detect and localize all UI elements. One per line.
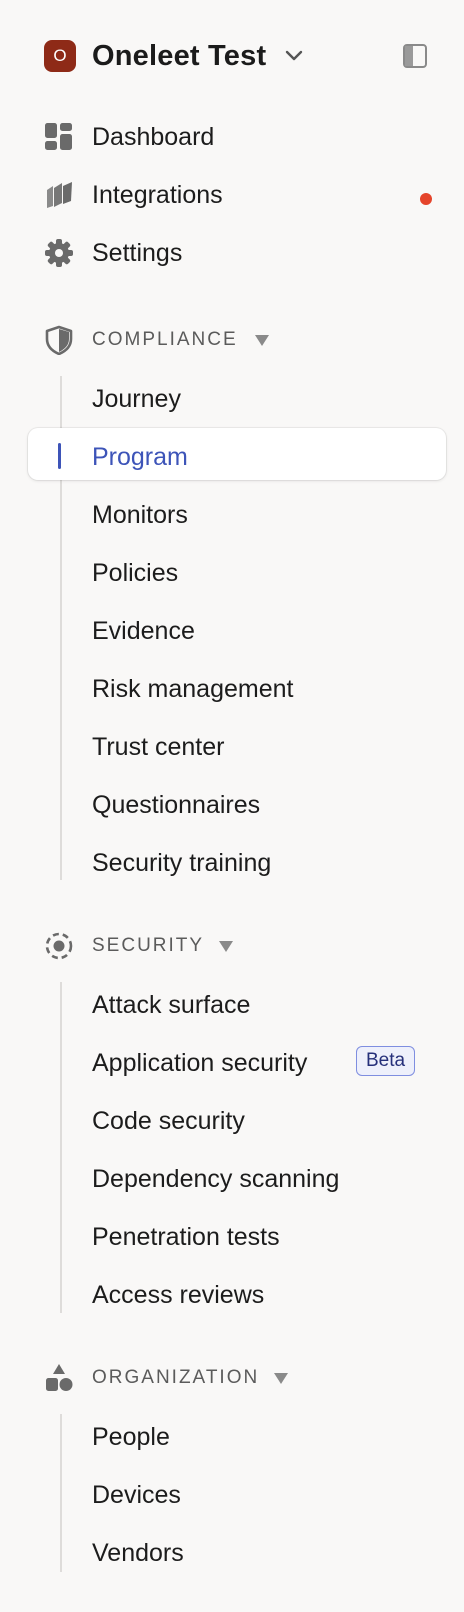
nav-item-penetration-tests[interactable]: Penetration tests: [92, 1217, 280, 1257]
nav-item-risk-management[interactable]: Risk management: [92, 669, 293, 709]
section-title-organization: ORGANIZATION: [92, 1367, 260, 1388]
shapes-icon: [44, 1363, 74, 1393]
sidebar-toggle-icon[interactable]: [402, 43, 428, 69]
nav-item-people[interactable]: People: [92, 1417, 170, 1457]
nav-item-security-training[interactable]: Security training: [92, 843, 271, 883]
nav-item-access-reviews[interactable]: Access reviews: [92, 1275, 264, 1315]
caret-down-icon: [274, 1372, 288, 1384]
nav-label-integrations: Integrations: [92, 180, 223, 209]
active-indicator: [58, 443, 61, 469]
nav-item-questionnaires[interactable]: Questionnaires: [92, 785, 260, 825]
caret-down-icon: [219, 940, 233, 952]
nav-item-code-security[interactable]: Code security: [92, 1101, 245, 1141]
nav-item-settings[interactable]: Settings: [44, 233, 434, 273]
nav-item-journey[interactable]: Journey: [92, 379, 181, 419]
nav-item-program[interactable]: Program: [92, 437, 188, 477]
workspace-initial: O: [53, 46, 67, 65]
nav-item-monitors[interactable]: Monitors: [92, 495, 188, 535]
nav-item-application-security[interactable]: Application security: [92, 1043, 307, 1083]
section-compliance[interactable]: COMPLIANCE: [44, 323, 434, 357]
nav-item-dependency-scanning[interactable]: Dependency scanning: [92, 1159, 339, 1199]
caret-down-icon: [255, 334, 269, 346]
nav-item-trust-center[interactable]: Trust center: [92, 727, 224, 767]
tree-line-organization: [60, 1414, 62, 1572]
gear-icon: [44, 238, 74, 268]
section-organization[interactable]: ORGANIZATION: [44, 1361, 434, 1395]
nav-item-policies[interactable]: Policies: [92, 553, 178, 593]
notification-dot: [420, 193, 432, 205]
section-title-compliance: COMPLIANCE: [92, 329, 238, 350]
nav-item-integrations[interactable]: Integrations: [44, 175, 434, 215]
nav-item-dashboard[interactable]: Dashboard: [44, 117, 434, 157]
nav-item-vendors[interactable]: Vendors: [92, 1533, 184, 1573]
integrations-icon: [44, 180, 74, 210]
tree-line-security: [60, 982, 62, 1313]
target-icon: [44, 931, 74, 961]
section-security[interactable]: SECURITY: [44, 929, 434, 963]
shield-icon: [44, 325, 74, 355]
workspace-avatar: O: [44, 40, 76, 72]
nav-label-settings: Settings: [92, 238, 183, 267]
nav-item-devices[interactable]: Devices: [92, 1475, 181, 1515]
dashboard-icon: [44, 122, 74, 152]
active-row-highlight: [28, 428, 446, 480]
workspace-switcher[interactable]: O Oneleet Test: [44, 36, 434, 76]
chevron-down-icon: [284, 46, 304, 66]
nav-label-dashboard: Dashboard: [92, 122, 215, 151]
nav-item-evidence[interactable]: Evidence: [92, 611, 195, 651]
workspace-name: Oneleet Test: [92, 39, 267, 72]
nav-item-attack-surface[interactable]: Attack surface: [92, 985, 250, 1025]
beta-badge: Beta: [356, 1046, 416, 1076]
section-title-security: SECURITY: [92, 935, 205, 956]
